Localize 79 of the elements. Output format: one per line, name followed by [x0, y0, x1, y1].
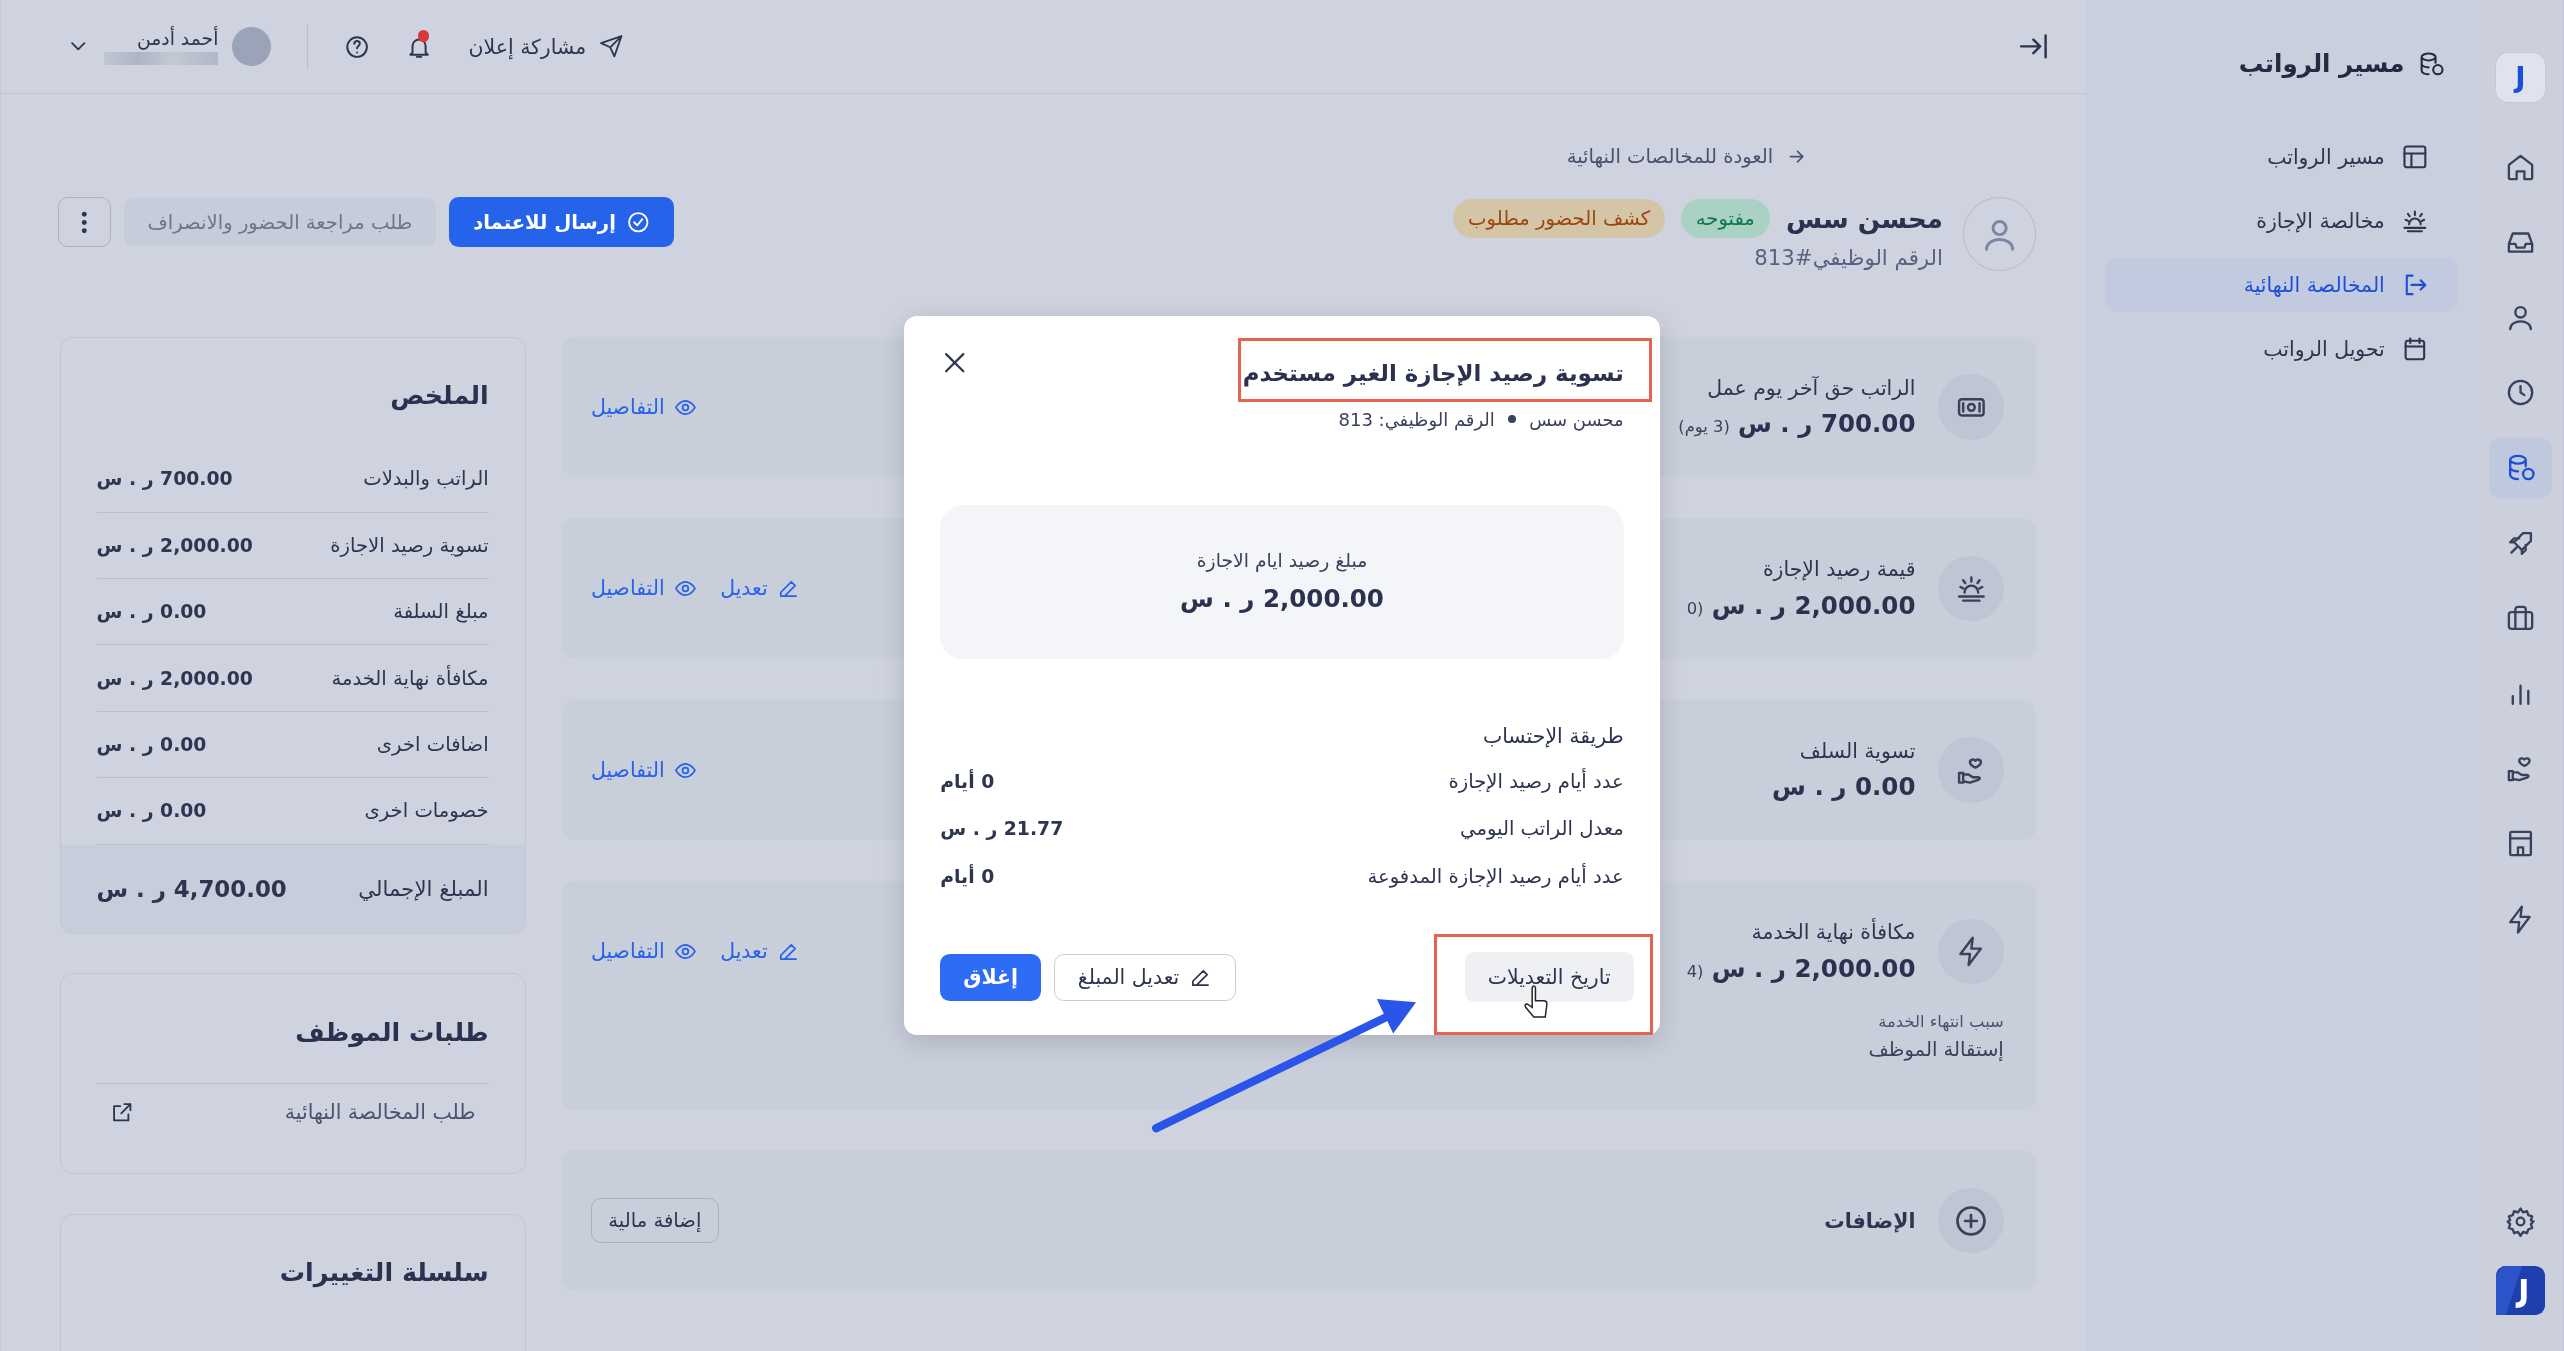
details-link[interactable]: التفاصيل: [590, 576, 698, 601]
edit-link[interactable]: تعديل: [720, 576, 801, 601]
method-title: طريقة الإحتساب: [1481, 723, 1624, 748]
details-link[interactable]: التفاصيل: [590, 939, 698, 964]
status-badge: مفتوحه: [1681, 198, 1770, 239]
employee-name: محسن سس: [1785, 203, 1943, 234]
summary-label: اضافات اخرى: [376, 732, 489, 756]
card-amount: 2,000.00 ر . س: [1711, 590, 1916, 620]
share-announcement-button[interactable]: مشاركة إعلان: [468, 34, 624, 59]
dialog-title: تسوية رصيد الإجازة الغير مستخدم: [1242, 359, 1624, 386]
total-label: المبلغ الإجمالي: [358, 876, 489, 902]
employee-number: الرقم الوظيفي: 813: [1338, 408, 1495, 430]
user-name: أحمد أدمن: [136, 27, 219, 49]
calc-value: 0 أيام: [940, 770, 995, 792]
details-link[interactable]: التفاصيل: [590, 394, 698, 419]
card-amount: 700.00 ر . س: [1738, 409, 1916, 439]
card-title: مكافأة نهاية الخدمة: [1751, 920, 1916, 945]
card-note: (4: [1686, 961, 1704, 981]
card-title: الإضافات: [1824, 1208, 1916, 1233]
rail-item[interactable]: [2489, 436, 2552, 499]
back-link[interactable]: العودة للمخالصات النهائية: [1566, 144, 1808, 168]
summary-label: الراتب والبدلات: [363, 467, 489, 491]
panel-title: طلبات الموظف: [294, 1016, 489, 1047]
summary-value: 0.00 ر . س: [96, 800, 207, 822]
employee-name: محسن سس: [1529, 408, 1624, 430]
calc-label: معدل الراتب اليومي: [1460, 817, 1624, 841]
summary-value: 0.00 ر . س: [96, 601, 207, 623]
help-icon: [344, 33, 371, 60]
settings-icon: [2504, 1206, 2536, 1238]
close-dialog-button[interactable]: إغلاق: [940, 953, 1041, 1001]
calc-value: 21.77 ر . س: [940, 818, 1064, 840]
total-value: 4,700.00 ر . س: [96, 875, 287, 902]
hand-cursor-icon: [1524, 985, 1548, 1018]
amount-value: 2,000.00 ر . س: [1180, 584, 1384, 614]
summary-value: 700.00 ر . س: [96, 468, 233, 490]
card-note: (3 يوم): [1678, 417, 1730, 437]
amount-label: مبلغ رصيد ايام الاجازة: [1196, 550, 1368, 572]
send-icon: [599, 34, 624, 59]
card-title: تسوية السلف: [1799, 738, 1916, 763]
calc-value: 0 أيام: [940, 865, 995, 887]
summary-label: مبلغ السلفة: [393, 600, 489, 624]
sidebar-item[interactable]: المخالصة النهائية: [2105, 257, 2459, 312]
request-link[interactable]: طلب المخالصة النهائية: [284, 1100, 476, 1125]
app-logo[interactable]: J: [2494, 52, 2546, 104]
card-title: الراتب حق آخر يوم عمل: [1707, 375, 1916, 400]
details-link[interactable]: التفاصيل: [590, 757, 698, 782]
calc-label: عدد أيام رصيد الإجازة: [1448, 769, 1624, 793]
summary-value: 0.00 ر . س: [96, 733, 207, 755]
card-note: (0: [1686, 598, 1704, 618]
more-button[interactable]: [58, 197, 111, 247]
submit-approval-button[interactable]: إرسال للاعتماد: [449, 197, 675, 247]
card-title: قيمة رصيد الإجازة: [1762, 557, 1916, 582]
edit-link[interactable]: تعديل: [720, 939, 801, 964]
check-circle-icon: [625, 209, 651, 235]
summary-label: تسوية رصيد الاجازة: [330, 533, 489, 557]
sidebar-title: مسير الرواتب: [2238, 49, 2405, 79]
sidebar-item[interactable]: مخالصة الإجازة: [2105, 194, 2459, 249]
edit-amount-button[interactable]: تعديل المبلغ: [1053, 953, 1236, 1001]
calc-label: عدد أيام رصيد الإجازة المدفوعة: [1367, 864, 1624, 888]
status-badge: كشف الحضور مطلوب: [1453, 198, 1665, 239]
app-icon[interactable]: [2495, 1265, 2545, 1315]
more-icon: [81, 210, 88, 234]
sidebar-item[interactable]: مسير الرواتب: [2105, 130, 2459, 185]
history-button[interactable]: تاريخ التعديلات: [1464, 952, 1634, 1003]
summary-value: 2,000.00 ر . س: [96, 534, 253, 556]
reason-label: سبب انتهاء الخدمة: [1878, 1012, 2004, 1031]
panel-title: سلسلة التغييرات: [278, 1257, 489, 1288]
card-amount: 2,000.00 ر . س: [1711, 953, 1916, 983]
help-button[interactable]: [344, 33, 371, 60]
add-financial-button[interactable]: إضافة مالية: [590, 1198, 719, 1244]
summary-label: مكافأة نهاية الخدمة: [331, 666, 489, 690]
employee-number: الرقم الوظيفي#813: [1753, 244, 1943, 270]
card-amount: 0.00 ر . س: [1772, 772, 1916, 802]
reason-value: إستقالة الموظف: [1868, 1037, 2004, 1061]
panel-title: الملخص: [389, 380, 489, 411]
summary-value: 2,000.00 ر . س: [96, 667, 253, 689]
summary-label: خصومات اخرى: [364, 799, 489, 823]
bullet-dot: [1507, 415, 1517, 424]
sidebar-item[interactable]: تحويل الرواتب: [2105, 321, 2459, 376]
